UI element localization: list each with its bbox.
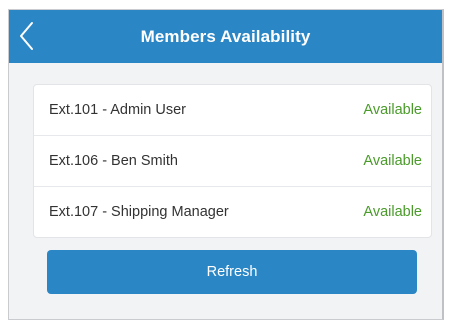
refresh-button[interactable]: Refresh bbox=[47, 250, 417, 294]
member-name: Ext.106 - Ben Smith bbox=[49, 153, 178, 169]
status-badge: Available bbox=[363, 204, 422, 220]
status-badge: Available bbox=[363, 102, 422, 118]
app-window: Members Availability Ext.101 - Admin Use… bbox=[8, 9, 444, 320]
page-title: Members Availability bbox=[140, 27, 311, 46]
status-badge: Available bbox=[363, 153, 422, 169]
members-list: Ext.101 - Admin User Available Ext.106 -… bbox=[33, 84, 432, 238]
member-name: Ext.107 - Shipping Manager bbox=[49, 204, 229, 220]
list-item[interactable]: Ext.101 - Admin User Available bbox=[34, 85, 431, 136]
header-bar: Members Availability bbox=[9, 10, 442, 63]
list-item[interactable]: Ext.107 - Shipping Manager Available bbox=[34, 187, 431, 237]
member-name: Ext.101 - Admin User bbox=[49, 102, 186, 118]
list-item[interactable]: Ext.106 - Ben Smith Available bbox=[34, 136, 431, 187]
